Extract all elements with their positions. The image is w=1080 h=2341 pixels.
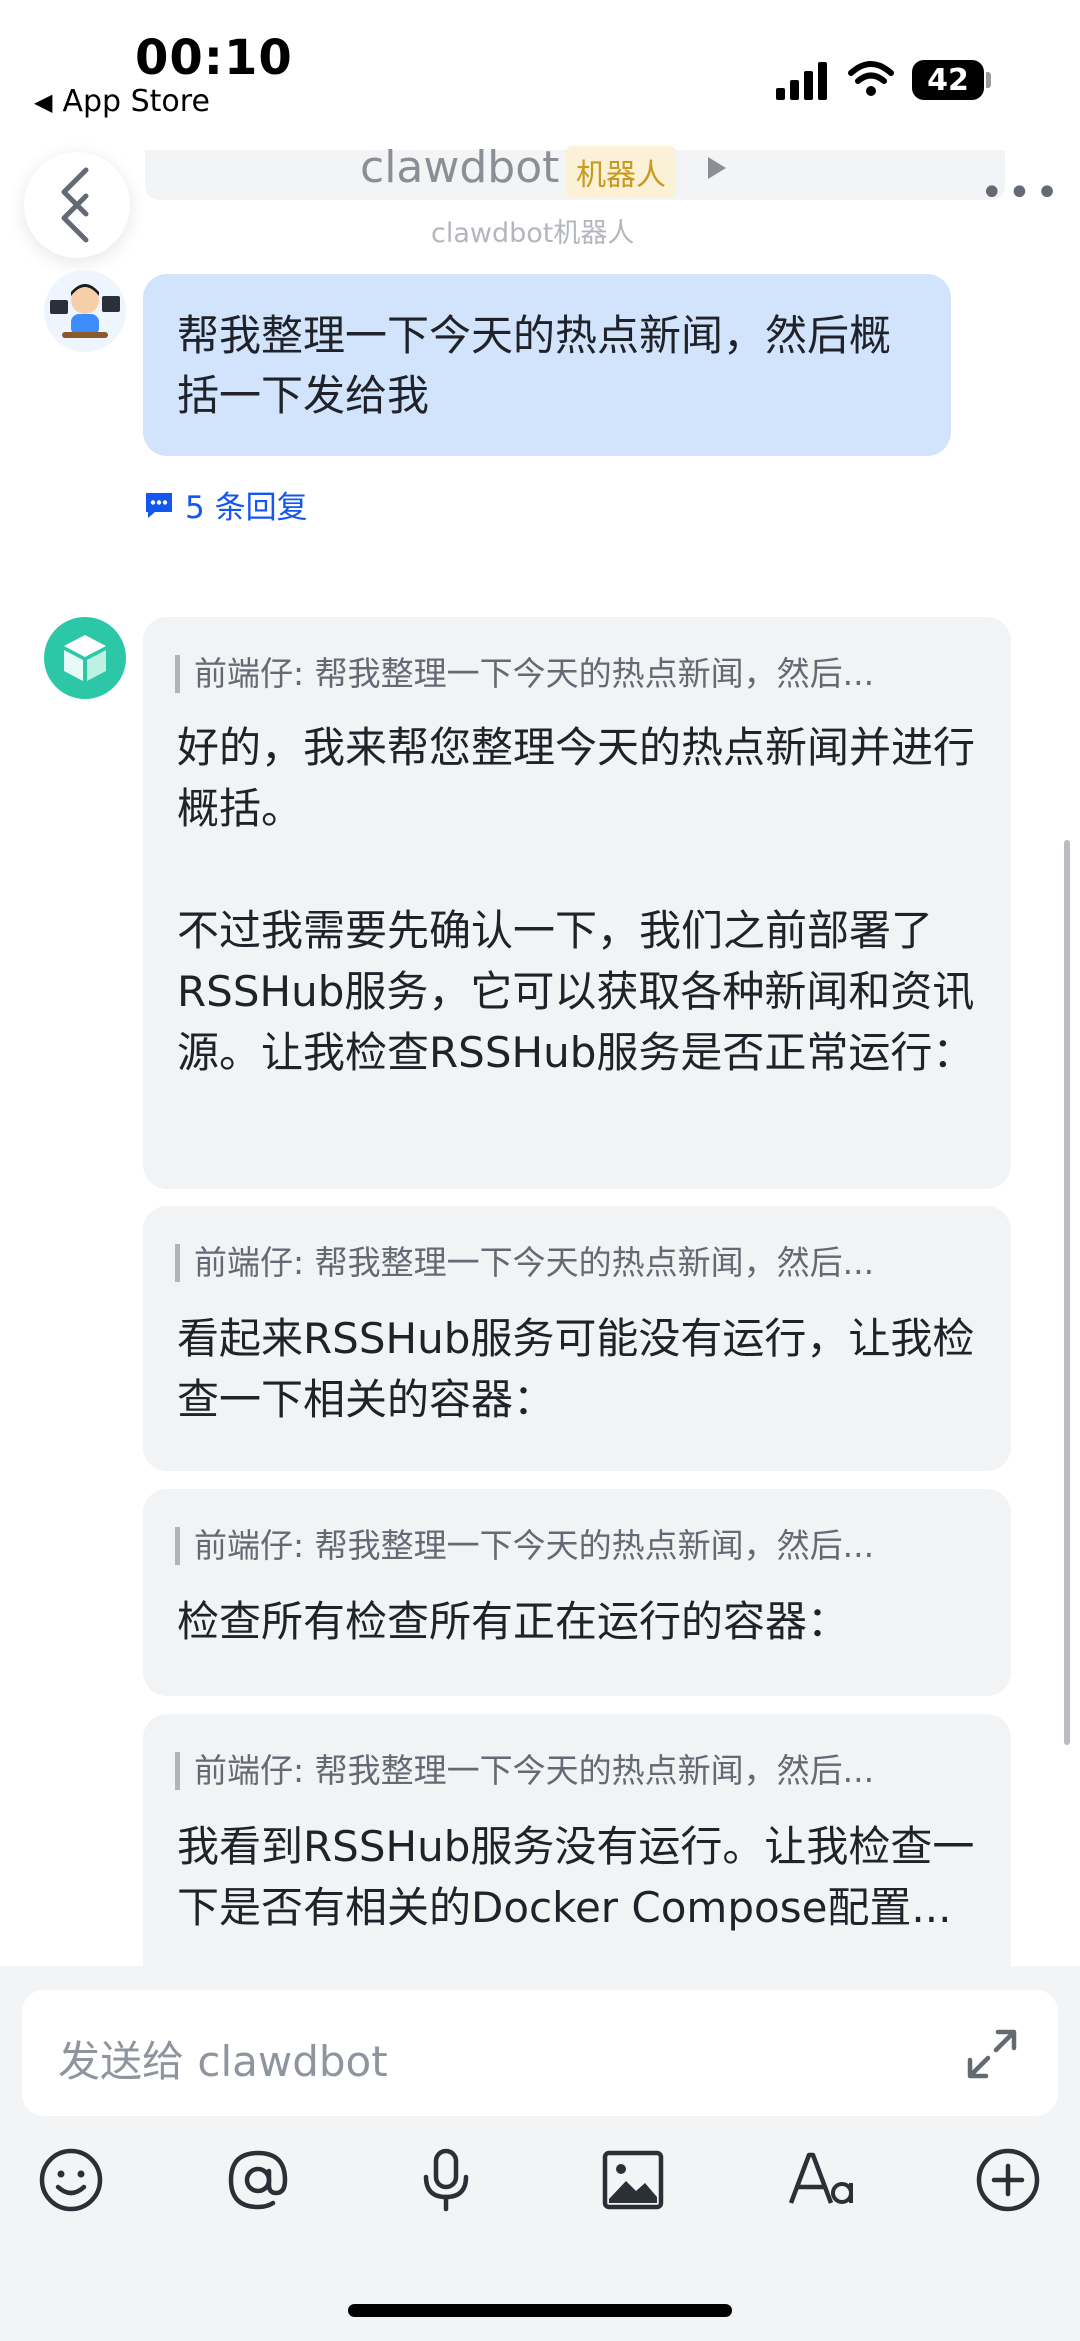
chat-title: clawdbot: [360, 142, 560, 193]
bot-badge: 机器人: [566, 146, 676, 198]
image-button[interactable]: [593, 2140, 673, 2220]
battery-tip: [986, 72, 991, 88]
home-indicator[interactable]: [348, 2304, 732, 2317]
more-icon[interactable]: •••: [980, 170, 1063, 216]
bot-message-text: 我看到RSSHub服务没有运行。让我检查一下是否有相关的Docker Compo…: [177, 1822, 975, 1932]
back-triangle-icon: ◀: [34, 87, 53, 116]
font-icon: [788, 2152, 853, 2204]
quote-reference: 前端仔: 帮我整理一下今天的热点新闻，然后...: [175, 655, 874, 693]
bot-message-text: 好的，我来帮您整理今天的热点新闻并进行概括。 不过我需要先确认一下，我们之前部署…: [177, 723, 976, 1077]
wifi-icon: [848, 61, 894, 96]
image-icon: [602, 2150, 664, 2210]
bot-message-text: 看起来RSSHub服务可能没有运行，让我检查一下相关的容器：: [177, 1314, 975, 1424]
add-icon: [976, 2148, 1040, 2212]
scrollbar[interactable]: [1064, 840, 1070, 1745]
back-icon: [61, 167, 89, 243]
status-time: 00:10: [135, 30, 293, 86]
back-to-app-link[interactable]: ◀ App Store: [34, 84, 210, 119]
signal-icon: [776, 62, 827, 100]
emoji-icon: [39, 2148, 103, 2212]
chat-subtitle: clawdbot机器人: [431, 218, 635, 249]
quote-reference: 前端仔: 帮我整理一下今天的热点新闻，然后...: [175, 1527, 874, 1565]
voice-button[interactable]: [406, 2140, 486, 2220]
font-button[interactable]: [782, 2140, 862, 2220]
message-input-placeholder: 发送给 clawdbot: [58, 2037, 388, 2086]
quote-reference: 前端仔: 帮我整理一下今天的热点新闻，然后...: [175, 1244, 874, 1282]
back-app-label: App Store: [62, 84, 210, 119]
bot-avatar[interactable]: [44, 617, 126, 699]
user-message-bubble[interactable]: 帮我整理一下今天的热点新闻，然后概括一下发给我: [143, 274, 951, 456]
cube-icon: [64, 635, 106, 681]
mention-button[interactable]: [218, 2140, 298, 2220]
battery-icon: 42: [912, 60, 984, 100]
user-avatar[interactable]: [44, 270, 126, 352]
quote-reference: 前端仔: 帮我整理一下今天的热点新闻，然后...: [175, 1752, 874, 1790]
bot-message-text: 检查所有检查所有正在运行的容器：: [177, 1597, 850, 1646]
back-button[interactable]: [24, 152, 130, 258]
replies-count: 5 条回复: [185, 490, 308, 526]
user-avatar-image: [50, 284, 120, 338]
add-button[interactable]: [968, 2140, 1048, 2220]
bot-message-bubble[interactable]: 前端仔: 帮我整理一下今天的热点新闻，然后... 看起来RSSHub服务可能没有…: [143, 1206, 1011, 1471]
mic-icon: [423, 2148, 469, 2212]
expand-icon[interactable]: [962, 2024, 1022, 2084]
emoji-button[interactable]: [31, 2140, 111, 2220]
mention-icon: [228, 2150, 288, 2210]
bot-message-bubble[interactable]: 前端仔: 帮我整理一下今天的热点新闻，然后... 好的，我来帮您整理今天的热点新…: [143, 617, 1011, 1189]
reply-icon: [146, 492, 172, 518]
replies-link[interactable]: 5 条回复: [143, 482, 308, 527]
play-icon[interactable]: [706, 155, 728, 181]
bot-message-bubble[interactable]: 前端仔: 帮我整理一下今天的热点新闻，然后... 检查所有检查所有正在运行的容器…: [143, 1489, 1011, 1696]
